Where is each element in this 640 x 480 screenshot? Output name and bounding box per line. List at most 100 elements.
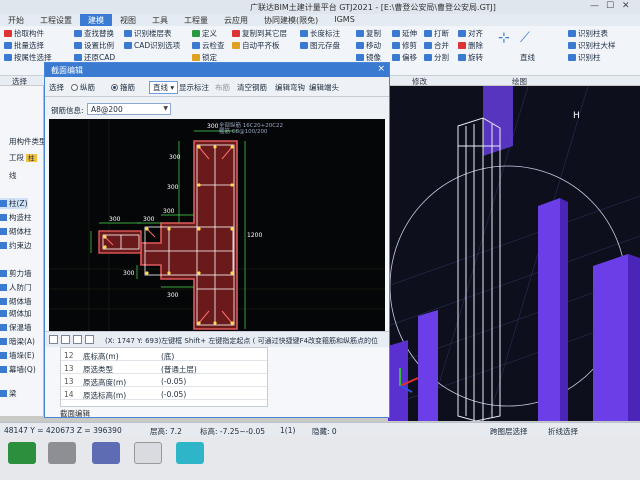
pick-component-button[interactable]: 拾取构件 — [4, 28, 44, 39]
nav-item[interactable]: 构造柱 — [0, 212, 32, 223]
maximize-icon[interactable]: ☐ — [606, 1, 614, 11]
menu-view[interactable]: 视图 — [112, 14, 144, 26]
nav-item-label: 线 — [9, 171, 17, 180]
menu-start[interactable]: 开始 — [0, 14, 32, 26]
nav-item[interactable]: 幕墙(Q) — [0, 364, 36, 375]
layout-rebar-button[interactable]: 布筋 — [215, 82, 230, 93]
3d-viewport[interactable]: H — [388, 86, 640, 421]
menu-tools[interactable]: 工具 — [144, 14, 176, 26]
identify-column-detail-button[interactable]: 识别柱大样 — [568, 40, 616, 51]
batch-select-button[interactable]: 批量选择 — [4, 40, 44, 51]
nav-item[interactable]: 保温墙 — [0, 322, 32, 333]
delete-button[interactable]: 删除 — [458, 40, 483, 51]
start-icon[interactable] — [8, 442, 36, 464]
stirrup-radio[interactable]: 箍筋 — [111, 82, 135, 93]
nav-item[interactable]: 工段柱 — [0, 152, 37, 163]
select-tool-button[interactable]: 选择 — [49, 82, 64, 93]
identify-column-table-label: 识别柱表 — [578, 29, 608, 38]
break-button[interactable]: 打断 — [424, 28, 449, 39]
app-icon[interactable] — [92, 442, 120, 464]
longitudinal-radio[interactable]: 纵筋 — [71, 82, 95, 93]
dialog-close-icon[interactable]: × — [377, 64, 385, 74]
menu-cloud[interactable]: 云应用 — [216, 14, 256, 26]
align-button[interactable]: 对齐 — [458, 28, 483, 39]
dialog-title-bar[interactable]: 截面编辑 × — [45, 63, 389, 77]
polar-icon[interactable] — [73, 335, 82, 344]
nav-item[interactable]: 剪力墙 — [0, 268, 32, 279]
menu-modeling[interactable]: 建模 — [80, 14, 112, 26]
rotate-icon — [458, 54, 466, 61]
property-row[interactable]: 13 原选高度(m) (-0.05) — [61, 376, 267, 387]
delete-icon — [458, 42, 466, 49]
length-dim-button[interactable]: 长度标注 — [300, 28, 340, 39]
nav-item[interactable]: 砌体柱 — [0, 226, 32, 237]
define-label: 定义 — [202, 29, 217, 38]
close-icon[interactable]: ✕ — [622, 1, 630, 11]
longitudinal-label: 纵筋 — [80, 83, 95, 92]
dim-label: 300 — [207, 123, 219, 130]
find-replace-button[interactable]: 查找替换 — [74, 28, 114, 39]
gtj-icon[interactable] — [176, 442, 204, 464]
menu-project-settings[interactable]: 工程设置 — [32, 14, 80, 26]
extend-button[interactable]: 延伸 — [392, 28, 417, 39]
property-row[interactable]: 14 原选标高(m) (-0.05) — [61, 389, 267, 400]
nav-item[interactable]: 约束边 — [0, 240, 32, 251]
trim-button[interactable]: 修剪 — [392, 40, 417, 51]
copy-to-layer-button[interactable]: 复制到其它层 — [232, 28, 287, 39]
identify-column-table-button[interactable]: 识别柱表 — [568, 28, 608, 39]
identify-column-button[interactable]: 识别柱 — [568, 52, 601, 63]
snap-icon[interactable] — [61, 335, 70, 344]
menu-igms[interactable]: IGMS — [326, 14, 363, 26]
split-button[interactable]: 分割 — [424, 52, 449, 63]
dialog-toolbar: 选择 纵筋 箍筋 直线 ▾ 显示标注 布筋 清空钢筋 编辑弯钩 编辑端头 — [45, 77, 389, 97]
nav-item[interactable]: 墙垛(E) — [0, 350, 35, 361]
nav-item-label: 砌体柱 — [9, 227, 32, 236]
set-scale-button[interactable]: 设置比例 — [74, 40, 114, 51]
cad-options-button[interactable]: CAD识别选项 — [124, 40, 180, 51]
extend-icon — [392, 30, 400, 37]
copy-button[interactable]: 复制 — [356, 28, 381, 39]
nav-item[interactable]: 砌体加 — [0, 308, 32, 319]
dim-label: 300 — [167, 292, 179, 299]
identify-floor-table-button[interactable]: 识别楼层表 — [124, 28, 172, 39]
column-3d — [388, 86, 640, 421]
auto-flush-slab-button[interactable]: 自动平齐板 — [232, 40, 280, 51]
rotate-button[interactable]: 旋转 — [458, 52, 483, 63]
property-tab-section-edit[interactable]: 截面编辑 — [60, 408, 90, 419]
mirror-icon — [356, 54, 364, 61]
nav-item[interactable]: 暗梁(A) — [0, 336, 35, 347]
edit-end-button[interactable]: 编辑端头 — [309, 82, 339, 93]
nav-item[interactable]: 线 — [0, 170, 17, 181]
point-icon[interactable]: ⊹ — [498, 30, 510, 46]
menu-quantities[interactable]: 工程量 — [176, 14, 216, 26]
rebar-info-select[interactable]: A8@200 ▼ — [87, 103, 171, 115]
minimize-icon[interactable]: — — [590, 1, 599, 11]
merge-button[interactable]: 合并 — [424, 40, 449, 51]
cloud-check-button[interactable]: 云检查 — [192, 40, 225, 51]
line-button[interactable]: 直线 — [520, 52, 535, 63]
clear-rebar-button[interactable]: 清空钢筋 — [237, 82, 267, 93]
show-marks-button[interactable]: 显示标注 — [179, 82, 209, 93]
offset-button[interactable]: 偏移 — [392, 52, 417, 63]
align-label: 对齐 — [468, 29, 483, 38]
property-row[interactable]: 12 底标高(m) (底) — [61, 350, 267, 361]
define-button[interactable]: 定义 — [192, 28, 217, 39]
nav-item[interactable]: 柱(Z) — [0, 198, 28, 209]
nav-item[interactable]: 用构件类型 — [0, 136, 47, 147]
ortho-icon[interactable] — [49, 335, 58, 344]
nav-item[interactable]: 梁 — [0, 388, 17, 399]
save-element-button[interactable]: 图元存盘 — [300, 40, 340, 51]
app-icon[interactable] — [134, 442, 162, 464]
property-key: 原选类型 — [83, 365, 113, 374]
osnap-icon[interactable] — [85, 335, 94, 344]
line-icon[interactable]: ⟋ — [520, 30, 530, 46]
nav-item[interactable]: 人防门 — [0, 282, 32, 293]
move-button[interactable]: 移动 — [356, 40, 381, 51]
property-row[interactable]: 13 原选类型 (普通土层) — [61, 363, 267, 374]
edit-hook-button[interactable]: 编辑弯钩 — [275, 82, 305, 93]
menu-collab[interactable]: 协同建模(限免) — [256, 14, 326, 26]
explorer-icon[interactable] — [48, 442, 76, 464]
line-mode-dropdown[interactable]: 直线 ▾ — [149, 81, 179, 94]
section-canvas[interactable]: 全部纵筋 16C20+20C22 箍筋 C8@100/200 300 300 3… — [49, 119, 385, 331]
nav-item[interactable]: 砌体墙 — [0, 296, 32, 307]
